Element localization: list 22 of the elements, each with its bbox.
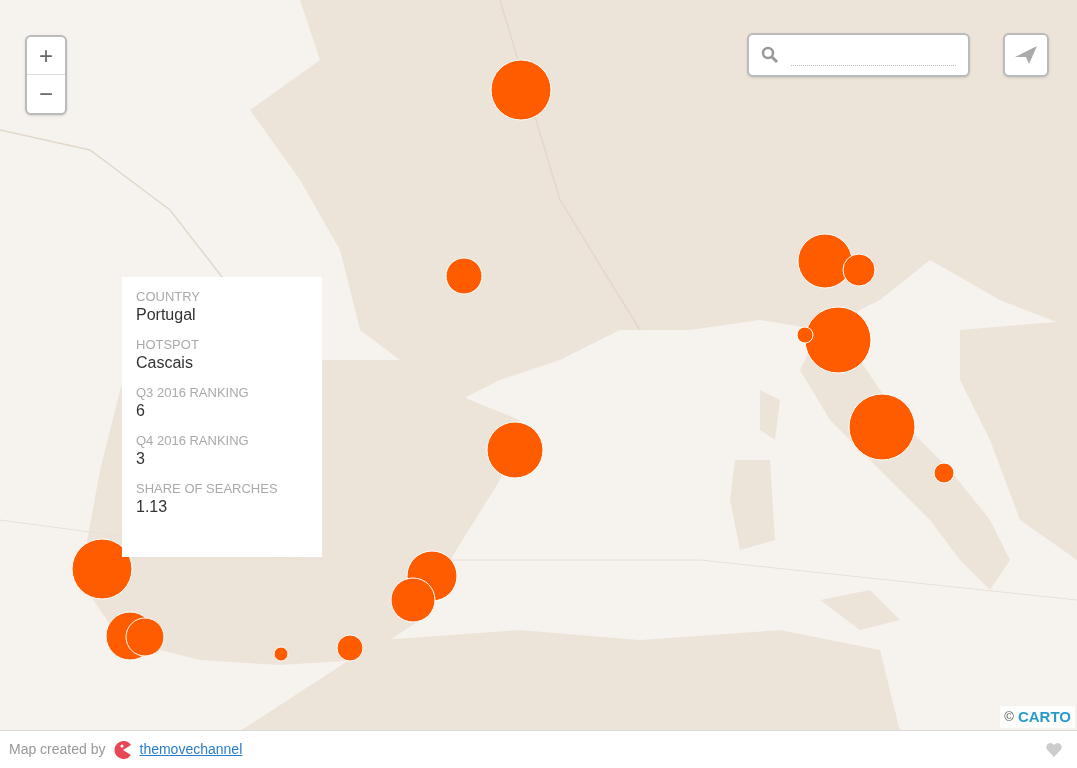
- search-field[interactable]: [747, 33, 970, 77]
- field-label: HOTSPOT: [136, 337, 200, 353]
- attribution-link[interactable]: CARTO: [1017, 705, 1071, 728]
- paper-plane-icon: [1015, 46, 1037, 64]
- search-icon: [761, 46, 779, 64]
- zoom-out-button[interactable]: −: [27, 75, 65, 113]
- field-value: 3: [136, 449, 146, 469]
- heart-icon[interactable]: [1046, 742, 1062, 757]
- field-value: Cascais: [136, 353, 194, 373]
- pacman-logo-icon: [113, 740, 132, 759]
- zoom-in-button[interactable]: +: [27, 37, 65, 75]
- field-label: COUNTRY: [136, 289, 202, 305]
- field-value: 1.13: [136, 497, 169, 517]
- locate-button[interactable]: [1003, 33, 1049, 77]
- author-link[interactable]: themovechannel: [139, 739, 243, 760]
- copyright-symbol: ©: [1004, 708, 1014, 726]
- field-value: Portugal: [136, 305, 197, 325]
- field-value: 6: [136, 401, 146, 421]
- field-label: Q3 2016 RANKING: [136, 385, 250, 401]
- field-label: Q4 2016 RANKING: [136, 433, 250, 449]
- field-label: SHARE OF SEARCHES: [136, 481, 279, 497]
- footer-text: Map created by: [9, 740, 106, 759]
